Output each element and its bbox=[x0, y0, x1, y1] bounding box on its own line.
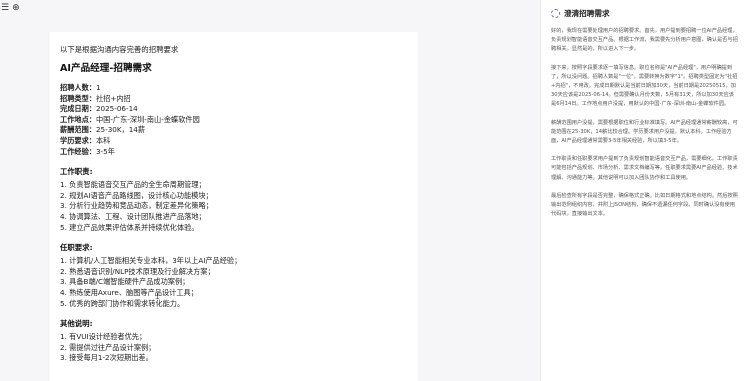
info-label: 完成日期： bbox=[60, 104, 96, 114]
duties-heading: 工作职责: bbox=[60, 167, 93, 177]
new-chat-icon[interactable]: ⊕ bbox=[12, 3, 20, 13]
reasoning-paragraph: 最后检查所有字段是否完整，确保格式正确。比如日期格式和地点结构。然后按照输出范例… bbox=[551, 192, 738, 218]
info-value: 1 bbox=[95, 83, 101, 92]
requirement-item: 5. 优秀的跨部门协作和需求转化能力。 bbox=[60, 298, 185, 308]
info-label: 薪酬范围： bbox=[60, 125, 96, 135]
info-value: 25-30K，14薪 bbox=[95, 125, 146, 135]
info-line-salary: 薪酬范围：25-30K，14薪 bbox=[60, 125, 408, 136]
sidebar-toggle-icon[interactable]: ☰ bbox=[1, 3, 9, 13]
info-label: 招聘类型： bbox=[60, 93, 96, 103]
reasoning-paragraph: 工作职责和任职要求用户提到了负责规划智能语音交互产品，需要细化。工作职责可能包括… bbox=[551, 156, 738, 181]
reasoning-paragraph: 接下来，按照字段要求逐一填写信息。职位名称是"AI产品经理"，用户明确提到了，所… bbox=[551, 64, 738, 108]
duty-item: 3. 分析行业趋势和竞品动态，制定差异化策略； bbox=[60, 201, 213, 211]
panel-body: 好的，我现在需要处理用户的招聘要求。首先，用户提到要招聘一位AI产品经理，负责规… bbox=[541, 27, 748, 219]
info-label: 招聘人数： bbox=[60, 83, 96, 92]
duty-item: 5. 建立产品效果评估体系并持续优化体验。 bbox=[60, 222, 199, 232]
other-item: 2. 需提供过往产品设计案例； bbox=[60, 342, 156, 352]
reasoning-paragraph: 薪酬范围用户没提，需要根据职位和行业标准填写。AI产品经理通常薪酬较高，可能范围… bbox=[551, 119, 738, 145]
other-item: 1. 有VUI设计经验者优先； bbox=[60, 332, 147, 342]
other-item: 3. 接受每月1-2次短期出差。 bbox=[60, 353, 153, 363]
info-label: 工作经验： bbox=[60, 146, 96, 156]
top-toolbar: ☰ ⊕ bbox=[0, 0, 60, 16]
info-line-deadline: 完成日期：2025-06-14 bbox=[60, 104, 408, 115]
info-line-type: 招聘类型：社招+内招 bbox=[60, 94, 408, 105]
duty-item: 2. 规划AI语音产品路线图，设计核心功能模块； bbox=[60, 190, 213, 200]
info-value: 2025-06-14 bbox=[95, 104, 138, 114]
document-title: AI产品经理-招聘需求 bbox=[60, 63, 152, 74]
info-line-education: 学历要求：本科 bbox=[60, 136, 408, 147]
duty-item: 1. 负责智能语音交互产品的全生命周期管理； bbox=[60, 180, 206, 190]
main-area: 以下是根据沟通内容完善的招聘要求 AI产品经理-招聘需求 招聘人数：1 招聘类型… bbox=[0, 0, 540, 381]
info-line-location: 工作地点：中国-广东-深圳-南山-金蝶软件园 bbox=[60, 115, 408, 126]
other-heading: 其他说明: bbox=[60, 319, 93, 329]
text-cursor-icon: ꕯ bbox=[155, 292, 160, 302]
reasoning-paragraph: 好的，我现在需要处理用户的招聘要求。首先，用户提到要招聘一位AI产品经理，负责规… bbox=[551, 28, 738, 53]
info-line-experience: 工作经验：3-5年 bbox=[60, 147, 408, 158]
info-line-headcount: 招聘人数：1 bbox=[60, 83, 408, 94]
intro-text: 以下是根据沟通内容完善的招聘要求 bbox=[60, 45, 179, 54]
info-label: 学历要求： bbox=[60, 135, 96, 145]
duty-item: 4. 协调算法、工程、设计团队推进产品落地； bbox=[60, 211, 206, 221]
info-value: 本科 bbox=[95, 135, 111, 145]
info-label: 工作地点： bbox=[60, 114, 96, 124]
info-value: 3-5年 bbox=[95, 146, 115, 156]
loading-spinner-icon bbox=[551, 9, 560, 18]
requirement-item: 1. 计算机/人工智能相关专业本科，3年以上AI产品经验； bbox=[60, 256, 242, 266]
reasoning-panel: 澄清招聘需求 好的，我现在需要处理用户的招聘要求。首先，用户提到要招聘一位AI产… bbox=[540, 0, 748, 381]
job-requirements-document: 以下是根据沟通内容完善的招聘要求 AI产品经理-招聘需求 招聘人数：1 招聘类型… bbox=[50, 32, 418, 381]
requirement-item: 4. 熟练使用Axure、脑图等产品设计工具； bbox=[60, 287, 198, 297]
panel-title: 澄清招聘需求 bbox=[564, 9, 610, 18]
info-value: 社招+内招 bbox=[95, 93, 131, 103]
panel-header[interactable]: 澄清招聘需求 bbox=[541, 0, 748, 27]
info-value: 中国-广东-深圳-南山-金蝶软件园 bbox=[95, 114, 200, 124]
requirements-heading: 任职要求: bbox=[60, 243, 93, 253]
requirement-item: 2. 熟悉语音识别/NLP技术原理及行业解决方案； bbox=[60, 266, 215, 276]
requirement-item: 3. 具备B端/C端智能硬件产品成功案例； bbox=[60, 277, 190, 287]
